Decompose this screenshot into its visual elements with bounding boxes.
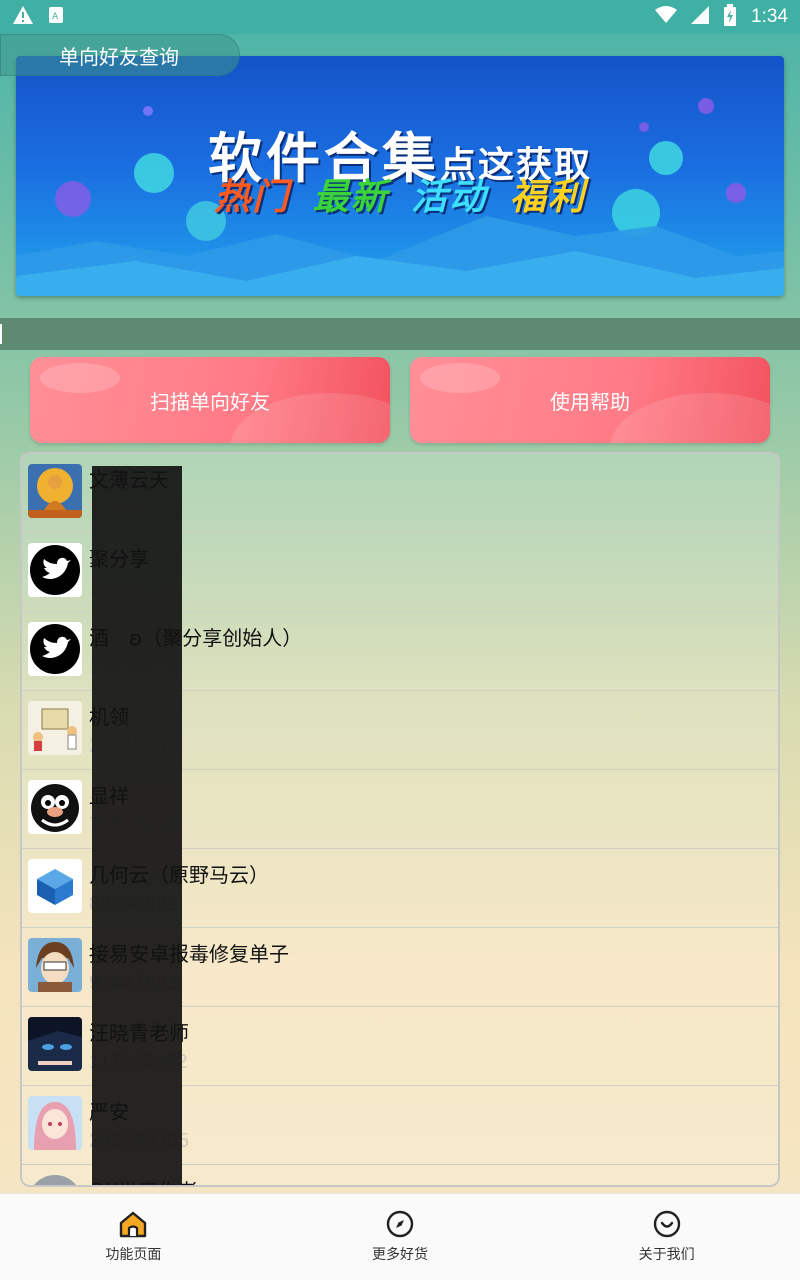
gray-avatar (28, 1175, 82, 1185)
status-time: 1:34 (751, 6, 788, 27)
anime-face-avatar (28, 1017, 82, 1071)
text-cursor (0, 324, 2, 344)
banner-tags: 热门 最新 活动 福利 (16, 168, 784, 220)
banner-tag-new: 最新 (312, 177, 389, 218)
help-button[interactable]: 使用帮助 (410, 357, 770, 443)
scan-button-label: 扫描单向好友 (150, 389, 270, 414)
friend-name: 接易安卓报毒修复单子 (89, 942, 289, 966)
friend-name: 几何云（原野马云） (89, 863, 269, 887)
nav-label-more-goods: 更多好货 (372, 1247, 428, 1263)
promo-banner[interactable]: 软件合集点这获取 热门 最新 活动 福利 (16, 56, 784, 296)
banner-tag-event: 活动 (411, 177, 488, 218)
nav-label-features: 功能页面 (105, 1247, 162, 1263)
friend-name: 严安 (89, 1100, 129, 1124)
friend-list[interactable]: 文薄云天 912961 聚分享 10298710 酒 ʚ（聚分享创始人） 114… (20, 452, 780, 1187)
status-bar: A 1:34 (0, 0, 800, 34)
smile-icon (653, 1210, 681, 1238)
nav-label-about: 关于我们 (638, 1247, 695, 1263)
twitter-bird-avatar (28, 622, 82, 676)
help-button-label: 使用帮助 (550, 389, 630, 414)
banner-tag-hot: 热门 (214, 177, 291, 218)
cartoon-figures-avatar (28, 701, 82, 755)
friend-name: 机领 (89, 705, 129, 729)
notification-app-icon: A (48, 6, 64, 28)
page-title: 单向好友查询 (0, 34, 240, 76)
warning-icon (12, 5, 34, 29)
nav-item-features[interactable]: 功能页面 (0, 1194, 267, 1280)
friend-name: 显祥 (89, 784, 129, 808)
buddha-avatar (28, 464, 82, 518)
nav-item-about[interactable]: 关于我们 (533, 1194, 800, 1280)
overlay-panel (92, 466, 182, 1185)
home-icon (118, 1210, 148, 1238)
signal-icon (691, 6, 710, 28)
battery-charging-icon (723, 4, 737, 30)
anime-boy-avatar (28, 938, 82, 992)
twitter-bird-avatar (28, 543, 82, 597)
scan-button[interactable]: 扫描单向好友 (30, 357, 390, 443)
nav-item-more-goods[interactable]: 更多好货 (267, 1194, 534, 1280)
friend-name: 聚分享 (89, 547, 149, 571)
anime-girl-avatar (28, 1096, 82, 1150)
friend-name: 文薄云天 (89, 468, 169, 492)
cartoon-man-avatar (28, 780, 82, 834)
compass-icon (386, 1210, 414, 1238)
friend-name: 汪晓青老师 (89, 1021, 189, 1045)
input-strip[interactable] (0, 318, 800, 350)
svg-text:A: A (52, 12, 59, 22)
wifi-icon (655, 6, 678, 28)
blue-cube-avatar (28, 859, 82, 913)
banner-tag-welfare: 福利 (509, 177, 586, 218)
bottom-nav: 功能页面 更多好货 关于我们 (0, 1193, 800, 1280)
friend-name: 酒 ʚ（聚分享创始人） (89, 626, 303, 650)
friend-name: QK半库作者 (89, 1175, 198, 1185)
